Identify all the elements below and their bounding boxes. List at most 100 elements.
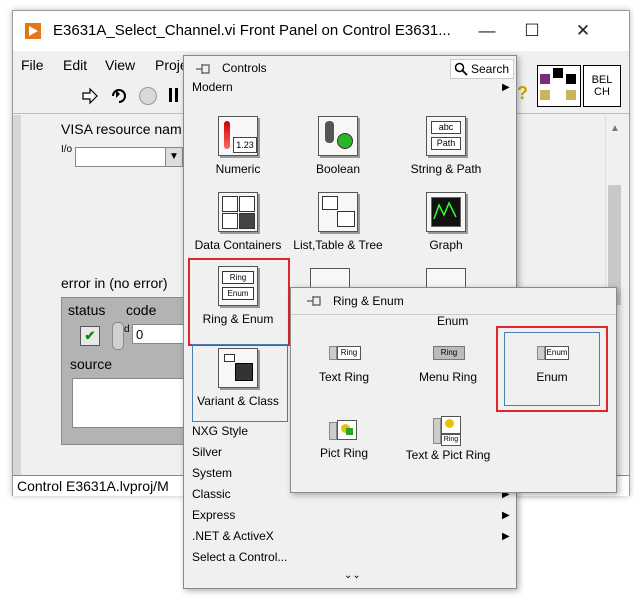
visa-resource-field[interactable] xyxy=(75,147,167,167)
data-containers-icon xyxy=(218,192,258,232)
minimize-button[interactable]: — xyxy=(475,19,499,43)
palette-item-ring-enum[interactable]: Ring Enum Ring & Enum xyxy=(192,266,284,327)
enum-icon: Enum xyxy=(537,342,569,362)
palette-item-label: Data Containers xyxy=(194,238,282,252)
palette-item-label: Variant & Class xyxy=(197,394,279,408)
variant-class-icon xyxy=(218,348,258,388)
category-nxg-style[interactable]: NXG Style xyxy=(192,424,248,438)
numeric-icon-text: 1.23 xyxy=(233,137,257,153)
status-checkmark-icon[interactable]: ✔ xyxy=(80,326,100,346)
palette-item-menu-ring[interactable]: Ring Menu Ring xyxy=(401,342,495,384)
connector-pane-icon[interactable] xyxy=(537,65,581,107)
sub-item-label: Text Ring xyxy=(318,370,370,384)
category-express[interactable]: Express xyxy=(192,508,235,522)
palette-item-pict-ring[interactable]: Pict Ring xyxy=(297,418,391,460)
search-button[interactable]: Search xyxy=(450,59,514,79)
category-classic[interactable]: Classic xyxy=(192,487,231,501)
context-help-icon[interactable]: ? xyxy=(517,83,528,104)
text-ring-mini: Ring xyxy=(337,346,361,360)
text-pict-ring-icon: Ring xyxy=(433,416,463,446)
sub-item-label: Enum xyxy=(536,370,568,384)
enum-header-label: Enum xyxy=(437,314,469,328)
title-bar[interactable]: E3631A_Select_Channel.vi Front Panel on … xyxy=(13,11,629,51)
string-path-icon: abc Path xyxy=(426,116,466,156)
modern-category[interactable]: Modern xyxy=(192,80,233,94)
more-chevron-icon[interactable]: ⌄⌄ xyxy=(344,570,361,581)
express-expand-arrow-icon[interactable]: ▶ xyxy=(502,510,510,521)
menu-ring-mini: Ring xyxy=(433,346,465,360)
code-increment-icon[interactable] xyxy=(112,322,124,350)
pict-ring-icon xyxy=(329,418,359,442)
select-a-control[interactable]: Select a Control... xyxy=(192,550,287,564)
pin-icon[interactable] xyxy=(305,294,323,308)
vi-icon[interactable]: BEL CH xyxy=(583,65,621,107)
code-field[interactable]: 0 xyxy=(132,324,186,344)
search-icon xyxy=(454,62,468,76)
palette-title: Controls xyxy=(222,61,267,75)
sub-item-label: Text & Pict Ring xyxy=(405,448,491,462)
graph-icon xyxy=(426,192,466,232)
menu-file[interactable]: File xyxy=(21,57,44,73)
string-icon-text: abc xyxy=(431,121,461,134)
path-icon-text: Path xyxy=(431,137,461,150)
palette-item-string-path[interactable]: abc Path String & Path xyxy=(400,116,492,177)
dotnet-expand-arrow-icon[interactable]: ▶ xyxy=(502,531,510,542)
palette-item-graph[interactable]: Graph xyxy=(400,192,492,253)
ring-enum-icon: Ring Enum xyxy=(218,266,258,306)
palette-item-label: Ring & Enum xyxy=(202,312,274,326)
ring-enum-subpalette: Ring & Enum Enum Ring Text Ring Ring Men… xyxy=(290,287,617,493)
visa-resource-label: VISA resource nam xyxy=(61,121,182,137)
code-prefix: d xyxy=(124,324,130,335)
visa-dropdown-arrow-icon[interactable]: ▼ xyxy=(165,147,183,167)
menu-view[interactable]: View xyxy=(105,57,135,73)
run-continuously-icon[interactable] xyxy=(109,86,129,106)
scroll-up-icon[interactable]: ▲ xyxy=(610,123,620,134)
ring-icon-text: Ring xyxy=(222,271,254,284)
source-field[interactable] xyxy=(72,378,188,428)
palette-item-data-containers[interactable]: Data Containers xyxy=(192,192,284,253)
search-label: Search xyxy=(471,62,510,76)
enum-mini: Enum xyxy=(545,346,569,360)
palette-item-boolean[interactable]: Boolean xyxy=(292,116,384,177)
palette-item-list-table-tree[interactable]: List,Table & Tree xyxy=(292,192,384,253)
category-system[interactable]: System xyxy=(192,466,232,480)
palette-item-label: Boolean xyxy=(315,162,361,176)
text-pict-ring-mini: Ring xyxy=(441,434,461,446)
palette-item-label: Numeric xyxy=(215,162,261,176)
vi-icon-text-2: CH xyxy=(594,86,610,98)
palette-item-label: Graph xyxy=(429,238,463,252)
close-button[interactable]: ✕ xyxy=(571,19,595,43)
palette-item-enum[interactable]: Enum Enum xyxy=(505,342,599,384)
list-table-tree-icon xyxy=(318,192,358,232)
palette-item-numeric[interactable]: 1.23 Numeric xyxy=(192,116,284,177)
pause-icon-bar xyxy=(175,88,178,102)
menu-ring-icon: Ring xyxy=(433,342,465,362)
status-label: status xyxy=(68,302,106,318)
pause-icon[interactable] xyxy=(169,88,172,102)
run-arrow-icon[interactable] xyxy=(81,87,99,105)
sub-item-label: Pict Ring xyxy=(319,446,369,460)
palette-item-label: String & Path xyxy=(410,162,482,176)
category-dotnet-activex[interactable]: .NET & ActiveX xyxy=(192,529,274,543)
palette-item-text-ring[interactable]: Ring Text Ring xyxy=(297,342,391,384)
subpalette-title: Ring & Enum xyxy=(333,294,404,308)
palette-item-text-pict-ring[interactable]: Ring Text & Pict Ring xyxy=(401,416,495,463)
menu-edit[interactable]: Edit xyxy=(63,57,87,73)
modern-expand-arrow-icon[interactable]: ▶ xyxy=(502,82,510,93)
enum-icon-text: Enum xyxy=(222,287,254,300)
source-label: source xyxy=(70,356,113,372)
palette-item-variant-class[interactable]: Variant & Class xyxy=(192,348,284,409)
maximize-button[interactable]: ☐ xyxy=(520,19,544,43)
window-title: E3631A_Select_Channel.vi Front Panel on … xyxy=(53,22,451,39)
sub-item-label: Menu Ring xyxy=(418,370,478,384)
palette-item-label: List,Table & Tree xyxy=(293,238,383,252)
error-in-cluster: status code ✔ d 0 source xyxy=(61,297,188,445)
code-label: code xyxy=(126,302,157,318)
category-silver[interactable]: Silver xyxy=(192,445,222,459)
vi-icon-text-1: BEL xyxy=(591,74,613,86)
pin-icon[interactable] xyxy=(194,62,212,76)
abort-icon[interactable] xyxy=(139,87,157,105)
labview-app-icon xyxy=(25,23,41,39)
boolean-icon xyxy=(318,116,358,156)
left-ruler xyxy=(13,115,21,475)
